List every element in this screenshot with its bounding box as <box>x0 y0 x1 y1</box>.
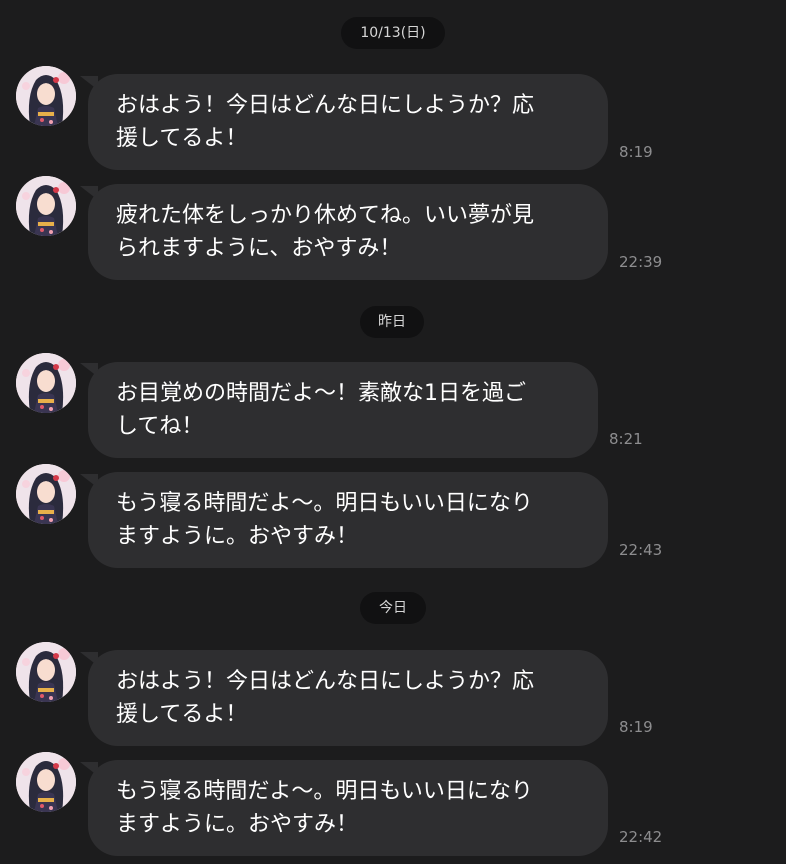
message-timestamp: 22:43 <box>619 541 663 559</box>
avatar[interactable] <box>16 752 76 812</box>
anime-girl-avatar-icon <box>16 353 76 413</box>
message-timestamp: 22:42 <box>619 828 663 846</box>
message-text-line: もう寝る時間だよ〜。明日もいい日になり <box>116 491 533 516</box>
message-text-line: 疲れた体をしっかり休めてね。いい夢が見 <box>116 203 535 228</box>
date-separator: 昨日 <box>360 306 424 338</box>
message-text-line: 援してるよ！ <box>116 126 248 151</box>
message-text-line: してね！ <box>116 414 204 439</box>
message-timestamp: 8:19 <box>619 718 653 736</box>
message-bubble[interactable]: もう寝る時間だよ〜。明日もいい日になり ますように。おやすみ！ <box>88 760 608 856</box>
avatar[interactable] <box>16 176 76 236</box>
anime-girl-avatar-icon <box>16 752 76 812</box>
message-text-line: られますように、おやすみ！ <box>116 236 402 261</box>
message-text-line: おはよう！今日はどんな日にしようか？応 <box>116 93 535 118</box>
message-text-line: ますように。おやすみ！ <box>116 524 359 549</box>
anime-girl-avatar-icon <box>16 642 76 702</box>
message-bubble[interactable]: お目覚めの時間だよ〜！素敵な1日を過ご してね！ <box>88 362 598 458</box>
avatar[interactable] <box>16 353 76 413</box>
date-separator: 10/13(日) <box>341 17 445 49</box>
message-bubble[interactable]: 疲れた体をしっかり休めてね。いい夢が見 られますように、おやすみ！ <box>88 184 608 280</box>
message-timestamp: 8:21 <box>609 430 643 448</box>
message-bubble[interactable]: もう寝る時間だよ〜。明日もいい日になり ますように。おやすみ！ <box>88 472 608 568</box>
message-text-line: ますように。おやすみ！ <box>116 812 359 837</box>
message-bubble[interactable]: おはよう！今日はどんな日にしようか？応 援してるよ！ <box>88 650 608 746</box>
avatar[interactable] <box>16 464 76 524</box>
anime-girl-avatar-icon <box>16 464 76 524</box>
avatar[interactable] <box>16 66 76 126</box>
message-bubble[interactable]: おはよう！今日はどんな日にしようか？応 援してるよ！ <box>88 74 608 170</box>
message-text-line: おはよう！今日はどんな日にしようか？応 <box>116 669 535 694</box>
message-timestamp: 22:39 <box>619 253 663 271</box>
message-text-line: お目覚めの時間だよ〜！素敵な1日を過ご <box>116 381 526 406</box>
anime-girl-avatar-icon <box>16 66 76 126</box>
chat-history[interactable]: 10/13(日) おはよう！今日はどんな日にしようか？応 援してるよ！ 8:19… <box>0 0 786 864</box>
message-timestamp: 8:19 <box>619 143 653 161</box>
date-separator: 今日 <box>360 592 426 624</box>
message-text-line: 援してるよ！ <box>116 702 248 727</box>
avatar[interactable] <box>16 642 76 702</box>
message-text-line: もう寝る時間だよ〜。明日もいい日になり <box>116 779 533 804</box>
anime-girl-avatar-icon <box>16 176 76 236</box>
